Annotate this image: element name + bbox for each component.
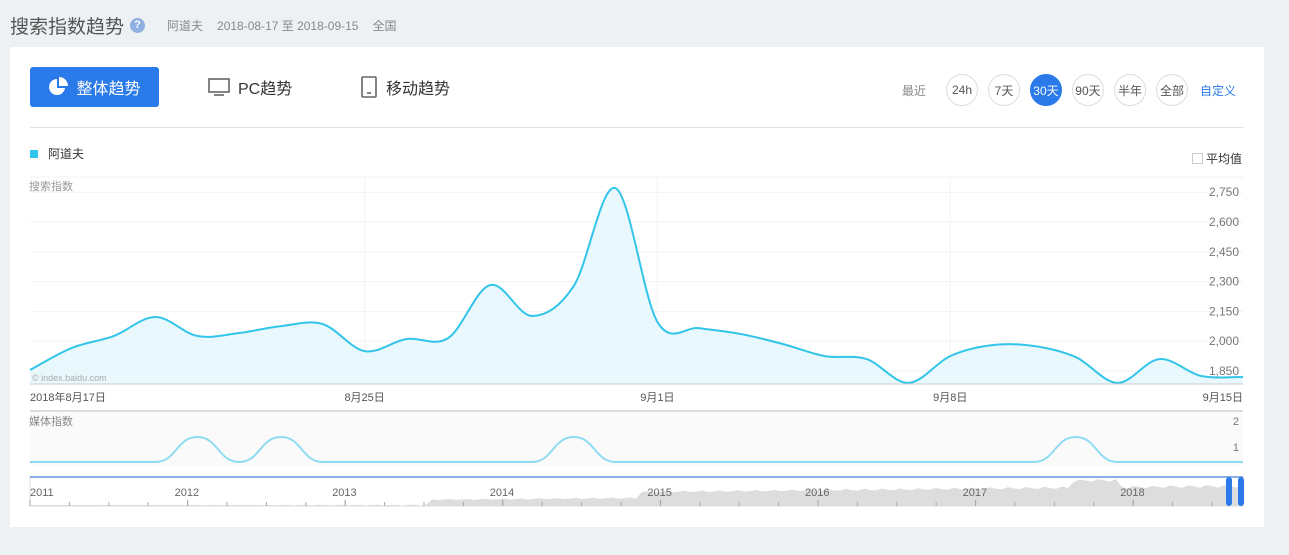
x-tick-label: 9月8日 <box>933 392 967 404</box>
media-panel-bg <box>30 411 1243 466</box>
y-axis-title: 搜索指数 <box>29 179 73 193</box>
x-tick-label: 2018年8月17日 <box>30 390 106 404</box>
range-handle-left[interactable] <box>1226 477 1232 506</box>
x-tick-label: 9月1日 <box>640 392 674 404</box>
overview-year-label: 2014 <box>490 487 514 499</box>
overview-year-label: 2017 <box>963 487 987 499</box>
range-handle-right[interactable] <box>1238 477 1244 506</box>
y-tick-label: 2,300 <box>1209 275 1239 289</box>
overview-year-label: 2015 <box>647 487 671 499</box>
y-tick-label: 2,150 <box>1209 304 1239 318</box>
x-tick-label: 9月15日 <box>1203 392 1243 404</box>
y-tick-label: 2,450 <box>1209 245 1239 259</box>
y-tick-label: 2,750 <box>1209 185 1239 199</box>
y-tick-label: 2,600 <box>1209 215 1239 229</box>
watermark: © index.baidu.com <box>32 373 107 383</box>
overview-year-label: 2016 <box>805 487 829 499</box>
series-area <box>30 187 1243 384</box>
trend-chart: 搜索指数 1,850 2,000 2,150 2,300 2,450 2,600 2,750 2… <box>29 176 1244 507</box>
overview-year-label: 2011 <box>30 487 54 499</box>
x-tick-label: 8月25日 <box>344 392 384 404</box>
overview-year-label: 2012 <box>175 487 199 499</box>
media-y-tick: 1 <box>1233 442 1239 454</box>
media-title: 媒体指数 <box>29 414 73 428</box>
media-y-tick: 2 <box>1233 416 1239 428</box>
overview-year-label: 2018 <box>1120 487 1144 499</box>
y-tick-label: 2,000 <box>1209 334 1239 348</box>
y-tick-label: 1,850 <box>1209 364 1239 378</box>
overview-year-label: 2013 <box>332 487 356 499</box>
